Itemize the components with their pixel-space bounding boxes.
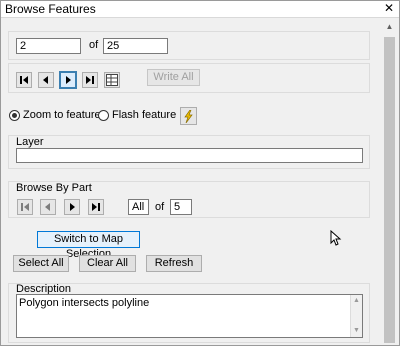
feature-of-label: of <box>89 39 99 51</box>
close-icon[interactable]: ✕ <box>383 2 395 15</box>
switch-to-map-selection-button[interactable]: Switch to Map Selection <box>37 231 140 260</box>
last-icon <box>86 76 94 84</box>
total-features-field: 25 <box>103 38 168 54</box>
part-of-label: of <box>155 201 165 213</box>
clear-all-button[interactable]: Clear All <box>79 255 136 272</box>
first-feature-button[interactable] <box>16 72 32 88</box>
description-text: Polygon intersects polyline <box>19 297 150 309</box>
description-textbox[interactable]: Polygon intersects polyline ▲ ▼ <box>16 294 363 338</box>
scroll-down-icon[interactable]: ▼ <box>351 326 362 336</box>
window-title: Browse Features <box>5 2 96 16</box>
previous-part-button[interactable] <box>40 199 56 215</box>
flash-feature-radio[interactable] <box>98 110 109 121</box>
attribute-table-button[interactable] <box>104 72 120 88</box>
scroll-up-icon[interactable]: ▲ <box>351 296 362 306</box>
title-bar: Browse Features ✕ <box>1 1 399 18</box>
first-icon <box>20 76 28 84</box>
previous-icon <box>45 203 50 211</box>
table-icon <box>106 74 118 86</box>
next-icon <box>70 203 75 211</box>
last-feature-button[interactable] <box>82 72 98 88</box>
layer-label: Layer <box>16 136 44 148</box>
last-icon <box>92 203 100 211</box>
refresh-button[interactable]: Refresh <box>146 255 202 272</box>
total-parts-field: 5 <box>170 199 192 215</box>
description-scrollbar[interactable]: ▲ ▼ <box>350 295 362 337</box>
scroll-up-icon[interactable]: ▲ <box>382 21 397 33</box>
flash-feature-label: Flash feature <box>112 109 177 121</box>
previous-feature-button[interactable] <box>38 72 54 88</box>
write-all-button[interactable]: Write All <box>147 69 200 86</box>
first-icon <box>21 203 29 211</box>
zoom-to-feature-label: Zoom to feature <box>23 109 101 121</box>
browse-by-part-label: Browse By Part <box>16 182 92 194</box>
first-part-button[interactable] <box>17 199 33 215</box>
radio-selected-dot <box>12 113 17 118</box>
select-all-button[interactable]: Select All <box>13 255 69 272</box>
previous-icon <box>43 76 48 84</box>
next-feature-button[interactable] <box>59 71 77 89</box>
mouse-cursor-icon <box>330 230 342 246</box>
flash-button[interactable] <box>180 107 197 125</box>
current-feature-field[interactable]: 2 <box>16 38 81 54</box>
zoom-to-feature-radio[interactable] <box>9 110 20 121</box>
next-icon <box>66 76 71 84</box>
layer-field[interactable] <box>16 148 363 163</box>
last-part-button[interactable] <box>88 199 104 215</box>
browse-features-window: Browse Features ✕ 2 of 25 Write All Zoom… <box>0 0 400 346</box>
current-part-field[interactable]: All <box>128 199 149 215</box>
next-part-button[interactable] <box>64 199 80 215</box>
lightning-icon <box>184 109 193 123</box>
scrollbar-thumb[interactable] <box>384 37 395 343</box>
window-scrollbar[interactable]: ▲ <box>382 19 397 344</box>
